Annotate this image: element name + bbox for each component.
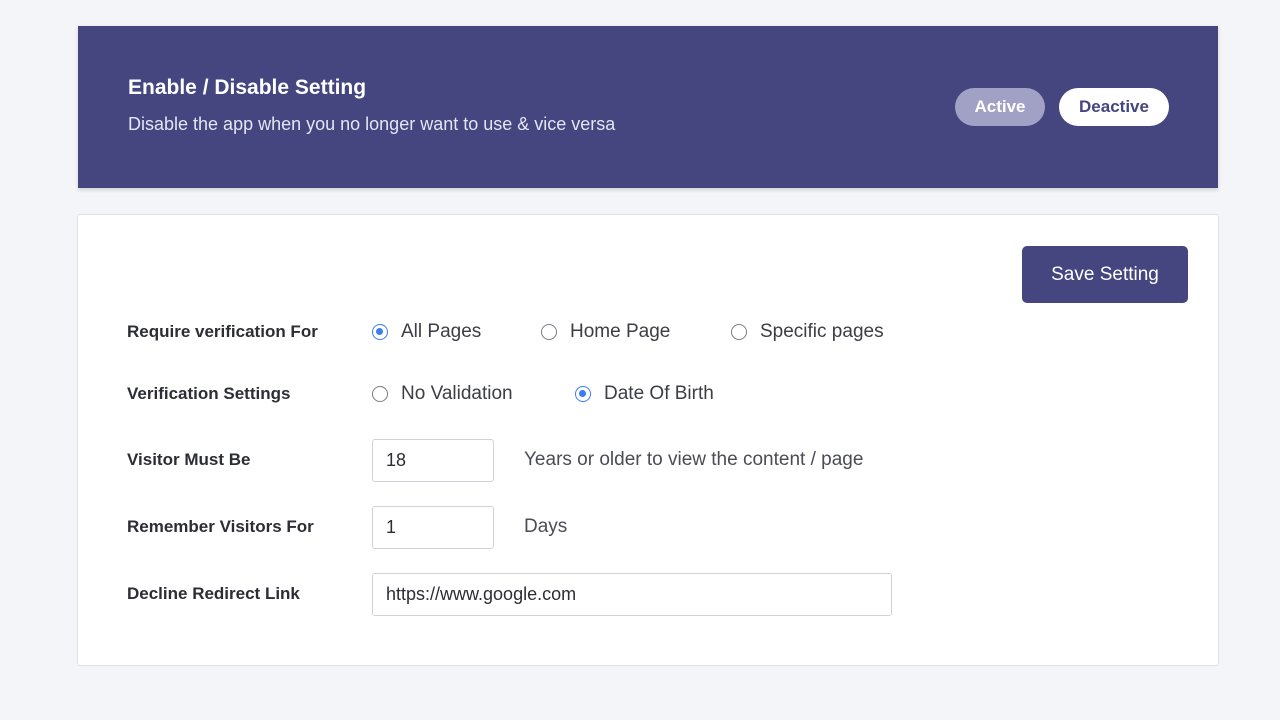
visitor-age-helper-text: Years or older to view the content / pag… <box>524 449 864 470</box>
radio-button[interactable] <box>541 324 557 340</box>
verification-settings-label: Verification Settings <box>127 384 291 403</box>
radio-button-checked[interactable] <box>575 386 591 402</box>
save-setting-button[interactable]: Save Setting <box>1022 246 1188 303</box>
radio-button-checked[interactable] <box>372 324 388 340</box>
radio-button[interactable] <box>372 386 388 402</box>
radio-specific-pages[interactable]: Specific pages <box>731 320 884 344</box>
visitor-age-label: Visitor Must Be <box>127 450 251 469</box>
banner-title: Enable / Disable Setting <box>128 76 367 99</box>
redirect-link-input[interactable] <box>372 573 892 616</box>
radio-label-home-page: Home Page <box>570 321 671 342</box>
status-banner: Enable / Disable Setting Disable the app… <box>78 26 1218 188</box>
remember-days-input[interactable] <box>372 506 494 549</box>
require-verification-label: Require verification For <box>127 322 318 341</box>
radio-no-validation[interactable]: No Validation <box>372 382 513 406</box>
visitor-age-input[interactable] <box>372 439 494 482</box>
banner-description: Disable the app when you no longer want … <box>128 114 616 134</box>
radio-home-page[interactable]: Home Page <box>541 320 670 344</box>
radio-label-all-pages: All Pages <box>401 321 482 342</box>
radio-label-date-of-birth: Date Of Birth <box>604 383 714 404</box>
radio-all-pages[interactable]: All Pages <box>372 320 481 344</box>
radio-label-specific-pages: Specific pages <box>760 321 884 342</box>
remember-visitors-label: Remember Visitors For <box>127 517 314 536</box>
radio-date-of-birth[interactable]: Date Of Birth <box>575 382 714 406</box>
active-button[interactable]: Active <box>955 88 1045 126</box>
radio-button[interactable] <box>731 324 747 340</box>
days-unit-text: Days <box>524 516 568 537</box>
settings-card: Save Setting Require verification For Al… <box>77 214 1219 666</box>
decline-redirect-label: Decline Redirect Link <box>127 584 300 603</box>
deactive-button[interactable]: Deactive <box>1059 88 1169 126</box>
radio-label-no-validation: No Validation <box>401 383 513 404</box>
